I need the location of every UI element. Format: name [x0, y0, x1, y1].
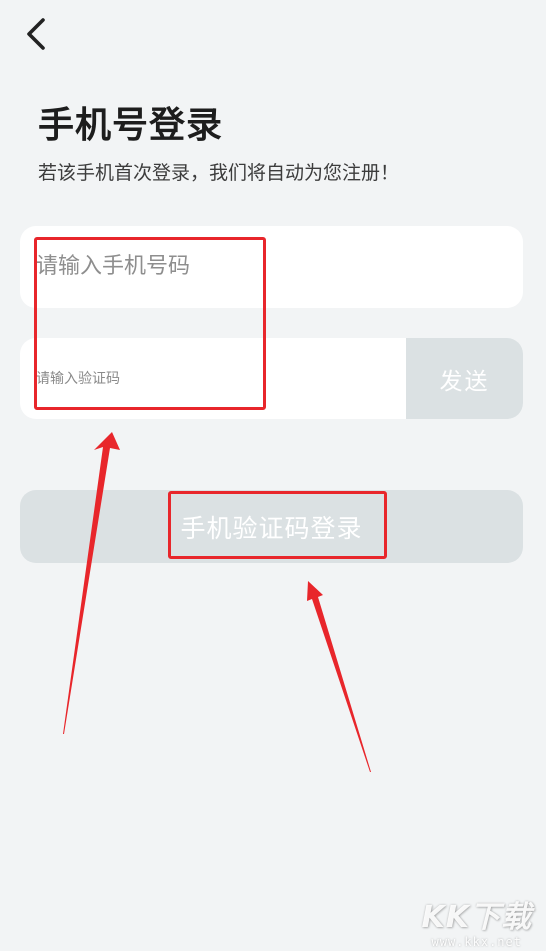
sms-login-button[interactable]: 手机验证码登录: [20, 490, 523, 563]
watermark-logo: KK下载: [421, 900, 532, 935]
page-title: 手机号登录: [38, 105, 224, 146]
arrow-to-inputs: [63, 432, 120, 734]
send-code-button[interactable]: 发送: [406, 338, 523, 419]
arrow-to-login-button: [307, 581, 371, 772]
watermark-url: www.kkx.net: [431, 935, 522, 949]
watermark: KK下载 www.kkx.net: [421, 900, 533, 950]
code-field: 发送: [20, 338, 523, 419]
page-subtitle: 若该手机首次登录，我们将自动为您注册！: [38, 162, 400, 184]
verification-code-input[interactable]: [36, 366, 396, 392]
phone-input[interactable]: [36, 246, 506, 286]
back-button[interactable]: [16, 14, 56, 58]
phone-field: [20, 226, 523, 308]
chevron-left-icon: [24, 17, 48, 55]
